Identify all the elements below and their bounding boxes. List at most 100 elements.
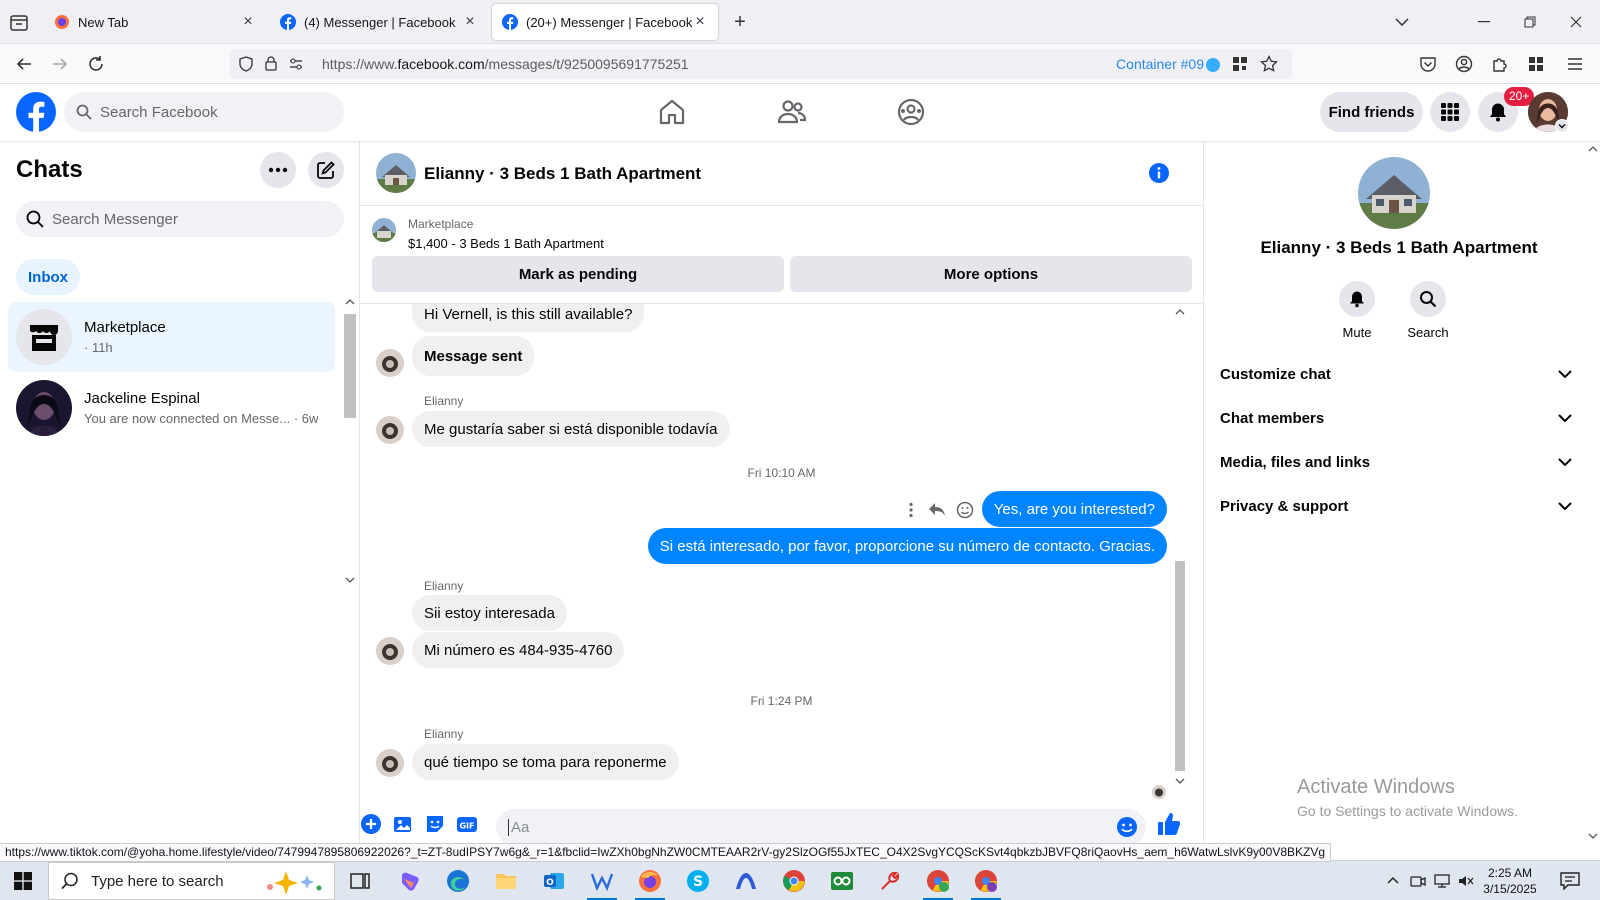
message-bubble-sent[interactable]: Yes, are you interested? [981,491,1167,527]
conversation-title[interactable]: Elianny · 3 Beds 1 Bath Apartment [424,164,701,184]
tray-chevron-up-icon[interactable] [1386,873,1402,889]
shield-icon[interactable] [238,56,254,72]
word-like-app-icon[interactable] [590,869,614,893]
inbox-tab[interactable]: Inbox [16,259,80,295]
meet-now-icon[interactable] [1410,873,1426,889]
message-bubble[interactable]: qué tiempo se toma para reponerme [412,744,679,780]
avatar[interactable] [376,637,404,665]
sidebar-scrollbar[interactable] [343,296,357,586]
close-window-icon[interactable] [1564,10,1588,34]
edge-icon[interactable] [446,869,470,893]
reload-icon[interactable] [84,52,108,76]
container-label[interactable]: Container #09 [1116,56,1204,72]
photo-icon[interactable] [392,813,414,835]
taskbar-search-input[interactable]: Type here to search [48,862,335,900]
chrome-profile-gm-icon[interactable] [926,869,950,893]
mark-as-pending-button[interactable]: Mark as pending [372,256,784,292]
outlook-icon[interactable]: O [542,869,566,893]
message-bubble[interactable]: Sii estoy interesada [412,595,567,631]
close-tab-icon[interactable]: × [462,14,478,30]
menu-grid-button[interactable] [1430,92,1470,132]
task-view-icon[interactable] [348,869,372,893]
privacy-support-section[interactable]: Privacy & support [1220,486,1572,526]
listing-thumbnail[interactable] [372,218,396,242]
lock-icon[interactable] [264,55,278,71]
facebook-logo-icon[interactable] [16,92,56,132]
reply-icon[interactable] [928,501,946,517]
tab-messenger-20[interactable]: (20+) Messenger | Facebook × [492,4,718,40]
taskbar-clock[interactable]: 2:25 AM 3/15/2025 [1478,865,1542,897]
more-options-button[interactable]: More options [790,256,1192,292]
list-all-tabs-icon[interactable] [8,12,32,34]
message-bubble[interactable]: Me gustaría saber si está disponible tod… [412,411,730,447]
plus-circle-icon[interactable] [360,813,382,835]
network-icon[interactable] [1434,873,1450,889]
chat-members-section[interactable]: Chat members [1220,398,1572,438]
avatar[interactable] [376,349,404,377]
minimize-icon[interactable] [1472,10,1496,34]
green-app-icon[interactable] [830,869,854,893]
chat-item-marketplace[interactable]: Marketplace · 11h [8,302,335,372]
new-message-button[interactable] [308,152,344,188]
tab-new-tab[interactable]: New Tab × [44,4,266,40]
bookmark-star-icon[interactable] [1260,55,1278,73]
account-chevron-icon[interactable] [1555,119,1569,133]
forward-arrow-icon[interactable] [48,52,72,76]
media-files-links-section[interactable]: Media, files and links [1220,442,1572,482]
emoji-icon[interactable] [1116,816,1138,838]
thumbs-up-icon[interactable] [1156,811,1182,837]
message-input[interactable]: Aa [496,809,1146,845]
messages-scrollbar[interactable] [1173,304,1187,809]
notification-center-icon[interactable] [1560,872,1580,890]
windows-start-icon[interactable] [14,872,32,890]
listing-photo[interactable] [1358,157,1430,229]
message-bubble[interactable]: Message sent [412,336,535,376]
account-icon[interactable] [1452,52,1476,76]
page-scrollbar[interactable] [1586,141,1600,845]
message-bubble[interactable]: Mi número es 484-935-4760 [412,632,625,668]
info-icon[interactable] [1149,163,1169,183]
containers-icon[interactable] [1524,52,1548,76]
search-in-conversation-button[interactable]: Search [1400,281,1456,340]
tab-messenger-4[interactable]: (4) Messenger | Facebook × [270,4,488,40]
chat-options-button[interactable] [260,152,296,188]
messenger-search-input[interactable]: Search Messenger [16,201,344,237]
mute-button[interactable]: Mute [1329,281,1385,340]
url-text[interactable]: https://www.facebook.com/messages/t/9250… [322,56,689,72]
url-bar[interactable]: https://www.facebook.com/messages/t/9250… [230,49,1292,79]
extensions-icon[interactable] [1488,52,1512,76]
new-tab-plus-icon[interactable]: + [728,10,752,34]
message-bubble-sent[interactable]: Si está interesado, por favor, proporcio… [647,528,1167,564]
app-arc-icon[interactable] [734,869,758,893]
chrome-profile-r-icon[interactable] [974,869,998,893]
listing-avatar[interactable] [376,153,416,193]
message-bubble[interactable]: Hi Vernell, is this still available? [412,304,645,332]
volume-muted-icon[interactable] [1458,873,1474,889]
file-explorer-icon[interactable] [494,869,518,893]
find-friends-button[interactable]: Find friends [1320,92,1423,132]
gif-icon[interactable]: GIF [456,813,478,835]
chrome-icon[interactable] [782,869,806,893]
app-tool-icon[interactable] [878,869,902,893]
listing-price[interactable]: $1,400 - 3 Beds 1 Bath Apartment [408,236,604,251]
copilot-icon[interactable] [398,869,422,893]
avatar[interactable] [376,416,404,444]
back-arrow-icon[interactable] [12,52,36,76]
more-vertical-icon[interactable] [908,502,914,518]
home-icon[interactable] [656,96,688,128]
groups-icon[interactable] [895,96,927,128]
sticker-icon[interactable] [424,813,446,835]
chat-item-jackeline-espinal[interactable]: Jackeline Espinal You are now connected … [8,373,335,443]
close-tab-icon[interactable]: × [692,14,708,30]
skype-icon[interactable]: S [686,869,710,893]
firefox-taskbar-icon[interactable] [638,869,662,893]
close-tab-icon[interactable]: × [240,14,256,30]
react-emoji-icon[interactable] [956,501,974,519]
hamburger-menu-icon[interactable] [1563,52,1587,76]
pocket-icon[interactable] [1416,52,1440,76]
customize-chat-section[interactable]: Customize chat [1220,354,1572,394]
facebook-search-input[interactable]: Search Facebook [64,92,344,132]
qr-code-icon[interactable] [1232,56,1248,72]
avatar[interactable] [376,749,404,777]
chevron-down-icon[interactable] [1390,10,1414,34]
